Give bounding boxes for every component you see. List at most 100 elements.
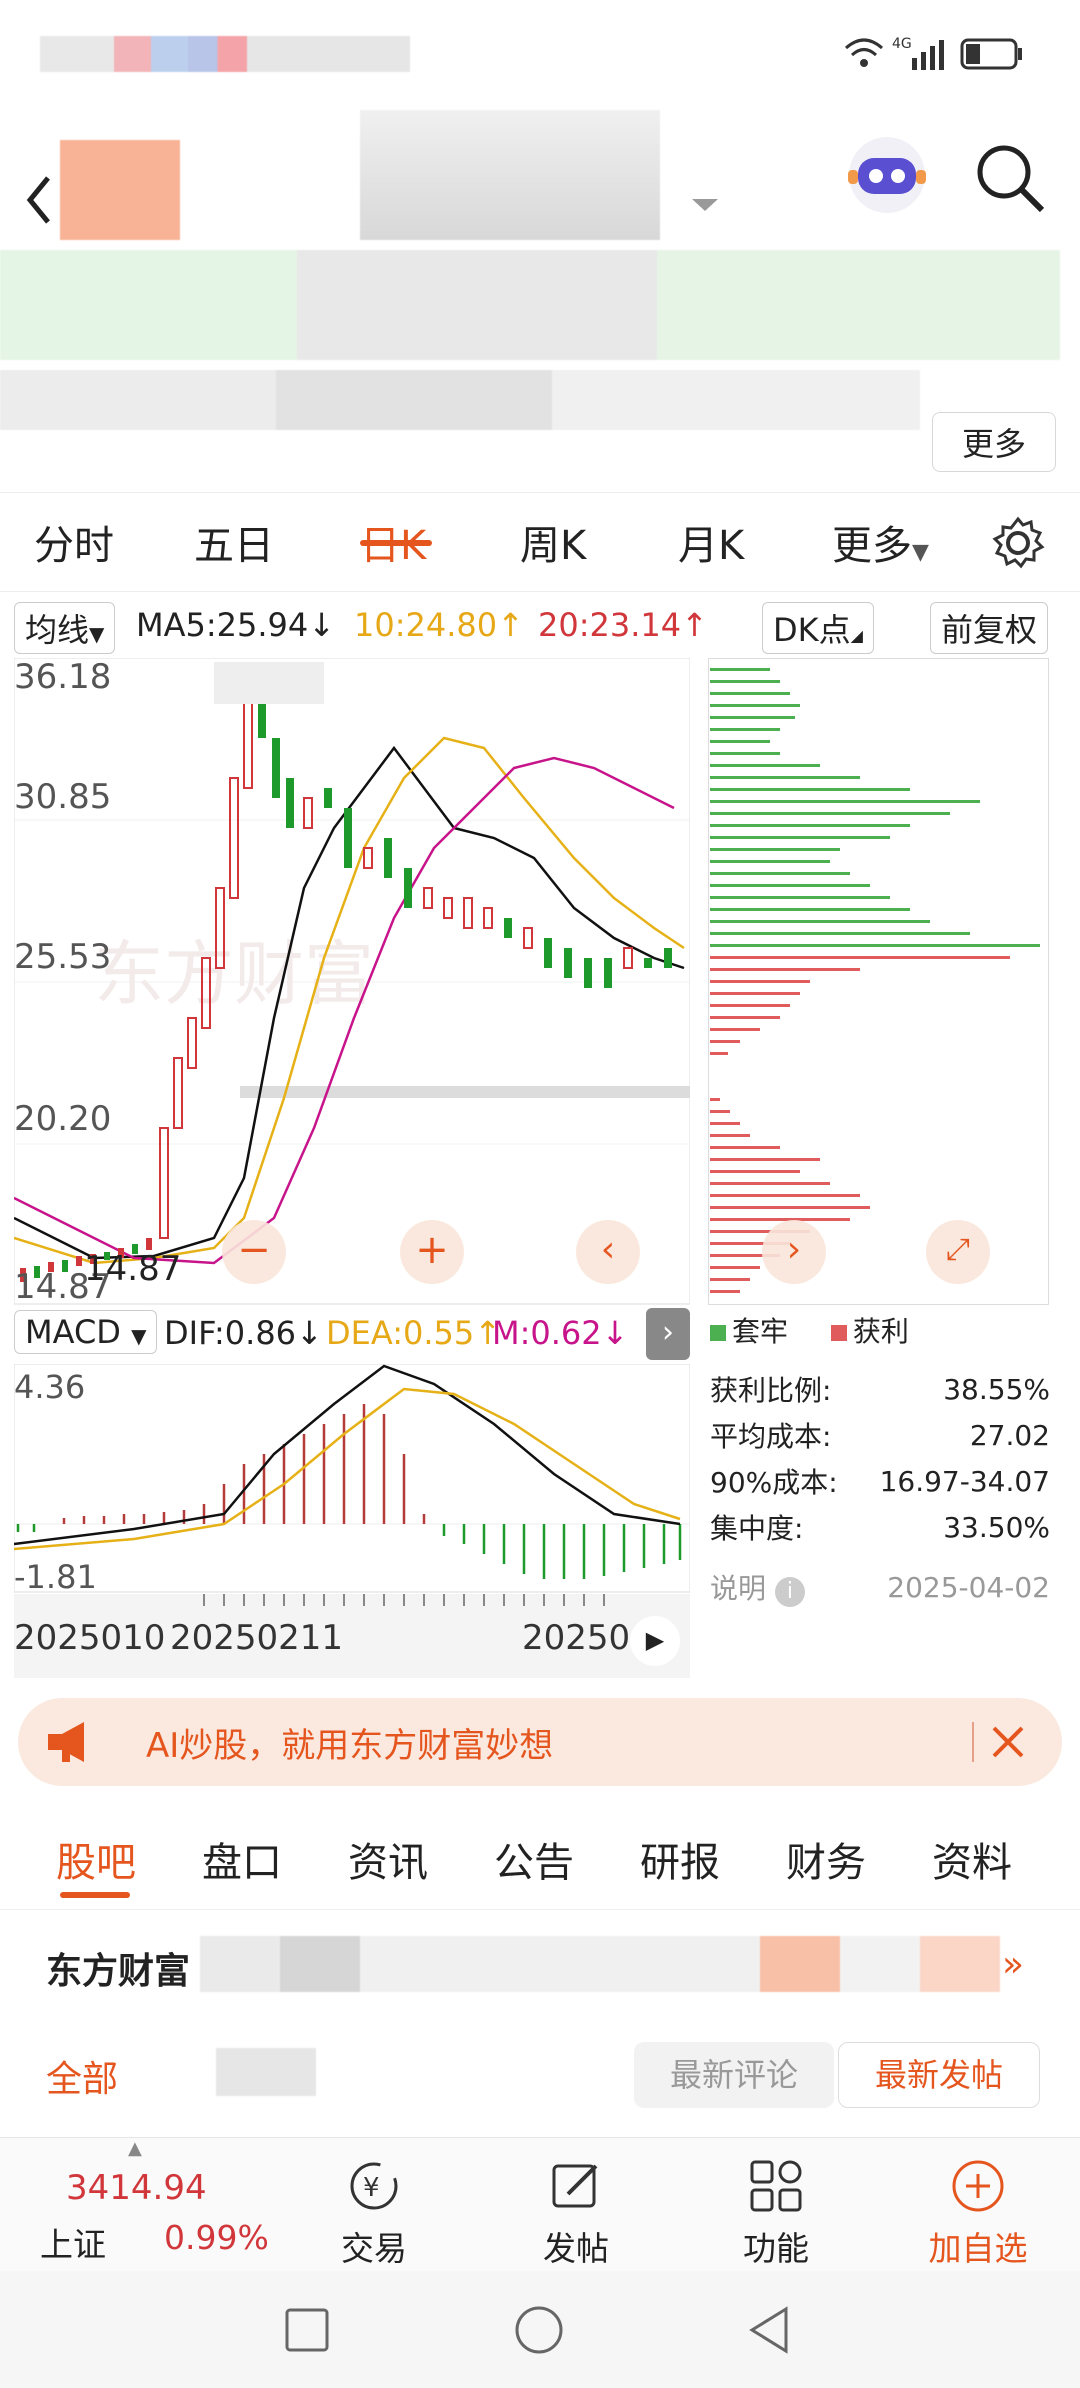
nav-post[interactable]: 发帖 xyxy=(506,2158,646,2270)
nav-add-watchlist[interactable]: 加自选 xyxy=(908,2158,1048,2270)
ai-promo-banner[interactable]: AI炒股，就用东方财富妙想 xyxy=(18,1698,1062,1786)
note-date: 2025-04-02 xyxy=(887,1570,1050,1604)
tab-intraday[interactable]: 分时 xyxy=(34,513,114,571)
tab-weekly-k[interactable]: 周K xyxy=(520,513,586,571)
stat-row: 获利比例: 38.55% xyxy=(710,1366,1050,1412)
corner-icon: ◢ xyxy=(850,626,863,645)
cost-band xyxy=(240,1086,690,1098)
date-label-1: 20250107 xyxy=(14,1618,188,1658)
status-icons: 4G xyxy=(845,36,1022,70)
stat-row: 集中度: 33.50% xyxy=(710,1504,1050,1550)
note-link[interactable]: 说明 i xyxy=(710,1567,805,1607)
play-icon[interactable]: ▶ xyxy=(630,1616,680,1666)
close-icon[interactable] xyxy=(990,1724,1026,1760)
latest-comment-button[interactable]: 最新评论 xyxy=(634,2042,834,2108)
feed-section: 东方财富 » 全部 最新评论 最新发帖 xyxy=(0,1910,1080,2137)
dropdown-icon[interactable] xyxy=(690,195,720,215)
status-bar: 4G xyxy=(0,0,1080,110)
fullscreen-icon[interactable]: ⤢ xyxy=(926,1220,990,1284)
ma10-value: 10:24.80↑ xyxy=(354,606,524,644)
back-nav-icon[interactable] xyxy=(746,2305,792,2355)
nav-functions[interactable]: 功能 xyxy=(706,2158,846,2270)
nav-trade[interactable]: ¥ 交易 xyxy=(304,2158,444,2270)
tab-news[interactable]: 资讯 xyxy=(348,1830,428,1888)
zoom-out-button[interactable]: − xyxy=(222,1220,286,1284)
content-tabs: 股吧 盘口 资讯 公告 研报 财务 资料 xyxy=(0,1800,1080,1910)
more-button[interactable]: 更多 xyxy=(932,412,1056,472)
tab-research[interactable]: 研报 xyxy=(640,1830,720,1888)
scroll-left-button[interactable]: ‹ xyxy=(576,1220,640,1284)
chip-distribution-chart[interactable]: › ⤢ xyxy=(708,658,1050,1306)
nav-functions-label: 功能 xyxy=(743,2229,809,2268)
ai-banner-text: AI炒股，就用东方财富妙想 xyxy=(146,1726,554,1766)
tab-five-day[interactable]: 五日 xyxy=(194,513,274,571)
tab-profile[interactable]: 资料 xyxy=(932,1830,1012,1888)
stat-label: 90%成本: xyxy=(710,1466,838,1499)
caret-down-icon: ▼ xyxy=(89,622,105,646)
y-label-1: 36.18 xyxy=(14,658,111,697)
blurred-price-row xyxy=(0,250,1060,360)
ma-selector[interactable]: 均线▼ xyxy=(14,602,116,654)
stat-row: 90%成本: 16.97-34.07 xyxy=(710,1458,1050,1504)
chip-svg xyxy=(708,658,1049,1305)
stock-header xyxy=(0,110,1080,430)
macd-y-bottom: -1.81 xyxy=(14,1558,97,1594)
note-row: 说明 i 2025-04-02 xyxy=(710,1564,1050,1610)
gear-icon[interactable] xyxy=(990,515,1046,571)
tab-announcements[interactable]: 公告 xyxy=(494,1830,574,1888)
y-label-2: 30.85 xyxy=(14,777,111,817)
ma5-value: MA5:25.94↓ xyxy=(136,606,336,644)
nav-trade-label: 交易 xyxy=(341,2229,407,2268)
status-blurred-info xyxy=(40,36,410,72)
blurred-high-marker xyxy=(214,662,324,704)
system-nav-bar xyxy=(0,2271,1080,2388)
blurred-logo xyxy=(60,140,180,240)
blurred-stats-row xyxy=(0,370,920,430)
double-chevron-icon[interactable]: » xyxy=(1002,1944,1024,1985)
tab-monthly-k[interactable]: 月K xyxy=(678,513,744,571)
macd-selector[interactable]: MACD ▼ xyxy=(14,1310,158,1354)
tab-guba[interactable]: 股吧 xyxy=(56,1830,136,1888)
ma20-value: 20:23.14↑ xyxy=(538,606,708,644)
home-icon[interactable] xyxy=(514,2305,564,2355)
stat-value: 33.50% xyxy=(943,1510,1050,1544)
megaphone-icon xyxy=(48,1722,84,1762)
kline-svg: 东方财富 36.18 30.85 25.53 20.20 14.87 14.87 xyxy=(13,657,691,1307)
latest-post-button[interactable]: 最新发帖 xyxy=(838,2042,1040,2108)
caret-up-icon: ▲ xyxy=(128,2138,142,2159)
zoom-in-button[interactable]: + xyxy=(400,1220,464,1284)
index-value: 3414.94 xyxy=(66,2168,207,2208)
ma-bar: 均线▼ MA5:25.94↓ 10:24.80↑ 20:23.14↑ DK点◢ … xyxy=(0,596,1080,656)
caret-down-icon: ▼ xyxy=(912,540,929,565)
trade-icon: ¥ xyxy=(350,2162,398,2210)
macd-selector-label: MACD xyxy=(25,1313,121,1351)
tab-more[interactable]: 更多▼ xyxy=(832,513,929,571)
back-icon[interactable] xyxy=(20,170,60,230)
kline-chart[interactable]: 东方财富 36.18 30.85 25.53 20.20 14.87 14.87… xyxy=(13,657,691,1307)
dk-point-button[interactable]: DK点◢ xyxy=(762,602,874,654)
add-circle-icon xyxy=(952,2160,1004,2212)
tab-finance[interactable]: 财务 xyxy=(786,1830,866,1888)
chip-stats: 获利比例: 38.55% 平均成本: 27.02 90%成本: 16.97-34.07… xyxy=(710,1366,1050,1666)
chip-legend: 套牢 获利 xyxy=(710,1310,1050,1350)
legend-profit: 获利 xyxy=(852,1315,909,1348)
index-ticker[interactable]: ▲ 3414.94 上证 0.99% xyxy=(40,2138,270,2272)
filter-all[interactable]: 全部 xyxy=(46,2050,118,2102)
index-change: 0.99% xyxy=(164,2218,269,2257)
dk-point-label: DK点 xyxy=(773,611,851,649)
ai-robot-icon[interactable] xyxy=(842,130,932,220)
nav-add-watchlist-label: 加自选 xyxy=(928,2229,1028,2268)
macd-chart[interactable]: 4.36 -1.81 xyxy=(13,1363,691,1596)
scroll-right-button[interactable]: › xyxy=(762,1220,826,1284)
apps-icon xyxy=(750,2160,802,2212)
search-icon[interactable] xyxy=(972,140,1048,216)
stat-label: 集中度: xyxy=(710,1512,804,1545)
recents-icon[interactable] xyxy=(284,2307,330,2353)
stat-label: 平均成本: xyxy=(710,1420,832,1453)
svg-text:4G: 4G xyxy=(892,36,912,52)
tab-pankou[interactable]: 盘口 xyxy=(202,1830,282,1888)
caret-down-icon: ▼ xyxy=(131,1324,147,1348)
tab-more-label: 更多 xyxy=(832,523,912,569)
adjust-button[interactable]: 前复权 xyxy=(930,602,1049,654)
collapse-panel-button[interactable]: › xyxy=(646,1308,690,1360)
